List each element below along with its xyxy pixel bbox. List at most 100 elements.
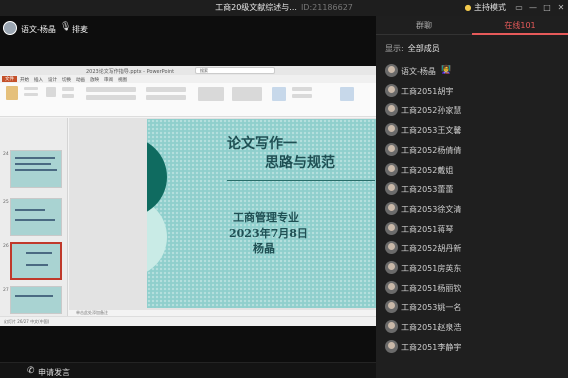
ppt-titlebar: 2023论文写作指导.pptx - PowerPoint 搜索	[0, 66, 376, 75]
current-slide[interactable]: 论文写作一 思路与规范 工商管理专业 2023年7月8日 杨晶	[147, 119, 376, 308]
member-row[interactable]: 工商2053徐文清	[385, 201, 565, 218]
live-stage: 语文-杨晶 🎙 排麦 2023论文写作指导.pptx - PowerPoint …	[0, 16, 376, 362]
member-avatar	[385, 320, 398, 334]
filter-value[interactable]: 全部成员	[408, 44, 440, 53]
member-row[interactable]: 工商2051李静宇	[385, 339, 565, 356]
slide-thumbnail-selected[interactable]	[10, 242, 62, 280]
font-family-select[interactable]	[86, 87, 136, 92]
phone-icon[interactable]: ✆	[27, 366, 35, 376]
thumb-text-line	[26, 264, 48, 266]
member-avatar	[385, 64, 398, 77]
slide-title-line1: 论文写作一	[227, 136, 297, 152]
member-avatar	[385, 103, 398, 117]
member-row[interactable]: 工商2052孙家慧	[385, 103, 565, 119]
maximize-icon[interactable]: □	[542, 2, 552, 13]
thumb-number: 25	[3, 200, 9, 205]
classroom-app: 工商20级文献综述与... ID:21186627 ● 主持模式 ▭ — □ ✕ …	[0, 0, 568, 378]
thumb-number: 27	[3, 288, 9, 293]
member-name: 工商2053姚一名	[401, 303, 462, 313]
member-row[interactable]: 工商2051房英东	[385, 261, 565, 277]
member-row[interactable]: 工商2051胡宇	[385, 83, 565, 100]
member-name: 语文-杨晶	[401, 67, 436, 76]
member-row[interactable]: 工商2051赵泉浩	[385, 320, 565, 336]
shapes-gallery[interactable]	[198, 87, 224, 101]
tab-online[interactable]: 在线101	[472, 20, 568, 31]
teacher-badge-icon: 👩‍🏫	[441, 65, 451, 74]
member-row[interactable]: 工商2051杨丽钦	[385, 280, 565, 297]
ppt-ribbon	[0, 83, 376, 117]
slide-thumbnails: 24 25 26 27	[0, 118, 68, 316]
host-avatar[interactable]	[3, 21, 17, 35]
member-avatar	[385, 83, 398, 97]
ppt-tab-file[interactable]: 文件	[2, 76, 17, 82]
arrange-gallery[interactable]	[232, 87, 262, 101]
paragraph-row[interactable]	[146, 87, 186, 92]
member-avatar	[385, 201, 398, 215]
dictate-icon[interactable]	[340, 87, 354, 101]
bottom-bar: ✆ 申请发言	[0, 362, 376, 378]
ribbon-control[interactable]	[292, 87, 312, 91]
title-bar: 工商20级文献综述与... ID:21186627 ● 主持模式 ▭ — □ ✕	[0, 0, 568, 16]
find-icon[interactable]	[272, 87, 286, 101]
paste-icon[interactable]	[6, 86, 18, 100]
slide-decor-dark-arc	[147, 137, 167, 217]
request-speak-button[interactable]: 申请发言	[38, 367, 70, 378]
host-mode-toggle[interactable]: ● 主持模式	[464, 2, 506, 13]
font-format-row[interactable]	[86, 95, 136, 100]
thumb-number: 24	[3, 152, 9, 157]
member-name: 工商2053徐文清	[401, 204, 462, 214]
ribbon-control[interactable]	[62, 87, 74, 91]
shared-screen: 2023论文写作指导.pptx - PowerPoint 搜索 文件 开始 插入…	[0, 66, 376, 326]
member-filter[interactable]: 显示: 全部成员	[385, 43, 440, 54]
thumb-text-line	[15, 219, 55, 221]
member-name: 工商2052胡丹新	[401, 244, 462, 254]
member-row[interactable]: 工商2053王文馨	[385, 123, 565, 139]
ppt-ribbon-tabs: 文件 开始 插入 设计 切换 动画 放映 审阅 视图	[0, 75, 376, 83]
ppt-status-bar: 幻灯片 26/27 中文(中国)	[0, 316, 376, 326]
member-name: 工商2053蕾蕾	[401, 185, 454, 195]
mic-queue-icon[interactable]: 🎙	[60, 22, 71, 32]
member-row[interactable]: 工商2053蕾蕾	[385, 182, 565, 198]
ppt-file-name: 2023论文写作指导.pptx - PowerPoint	[86, 69, 175, 75]
ribbon-control[interactable]	[292, 94, 312, 98]
member-row[interactable]: 工商2053姚一名	[385, 300, 565, 316]
room-title: 工商20级文献综述与...	[215, 3, 297, 12]
thumb-text-line	[15, 209, 45, 211]
member-row[interactable]: 语文-杨晶 👩‍🏫	[385, 64, 565, 80]
pin-window-icon[interactable]: ▭	[514, 2, 524, 13]
member-name: 工商2052杨倩倩	[401, 145, 462, 155]
active-tab-indicator	[472, 33, 568, 35]
member-avatar	[385, 241, 398, 255]
slide-subtitle-date: 2023年7月8日	[229, 227, 308, 240]
ppt-status-text: 幻灯片 26/27 中文(中国)	[4, 319, 50, 324]
host-bar: 语文-杨晶 🎙 排麦	[0, 16, 376, 42]
slide-thumbnail[interactable]	[10, 198, 62, 236]
slide-thumbnail[interactable]	[10, 286, 62, 314]
minimize-icon[interactable]: —	[528, 2, 538, 13]
mode-icon: ●	[464, 3, 472, 12]
member-name: 工商2051李静宇	[401, 342, 462, 352]
member-name: 工商2051胡宇	[401, 86, 454, 96]
close-icon[interactable]: ✕	[556, 2, 566, 13]
mode-label: 主持模式	[474, 3, 506, 12]
thumb-text-line	[15, 157, 55, 159]
member-avatar	[385, 261, 398, 274]
member-avatar	[385, 182, 398, 196]
ribbon-control[interactable]	[62, 94, 74, 98]
tab-group-chat[interactable]: 群聊	[376, 20, 472, 31]
thumb-text-line	[26, 252, 52, 254]
ribbon-control[interactable]	[24, 87, 38, 90]
mic-queue-button[interactable]: 排麦	[72, 24, 88, 35]
ribbon-control[interactable]	[24, 93, 38, 96]
member-name: 工商2052孙家慧	[401, 106, 462, 116]
member-row[interactable]: 工商2051蒋琴	[385, 221, 565, 238]
paragraph-row[interactable]	[146, 95, 186, 100]
new-slide-icon[interactable]	[46, 87, 56, 97]
member-avatar	[385, 162, 398, 176]
member-row[interactable]: 工商2052戴姐	[385, 162, 565, 179]
filter-label: 显示:	[385, 44, 404, 53]
ppt-search-input[interactable]: 搜索	[195, 67, 275, 74]
member-row[interactable]: 工商2052胡丹新	[385, 241, 565, 257]
member-row[interactable]: 工商2052杨倩倩	[385, 142, 565, 159]
slide-thumbnail[interactable]	[10, 150, 62, 188]
